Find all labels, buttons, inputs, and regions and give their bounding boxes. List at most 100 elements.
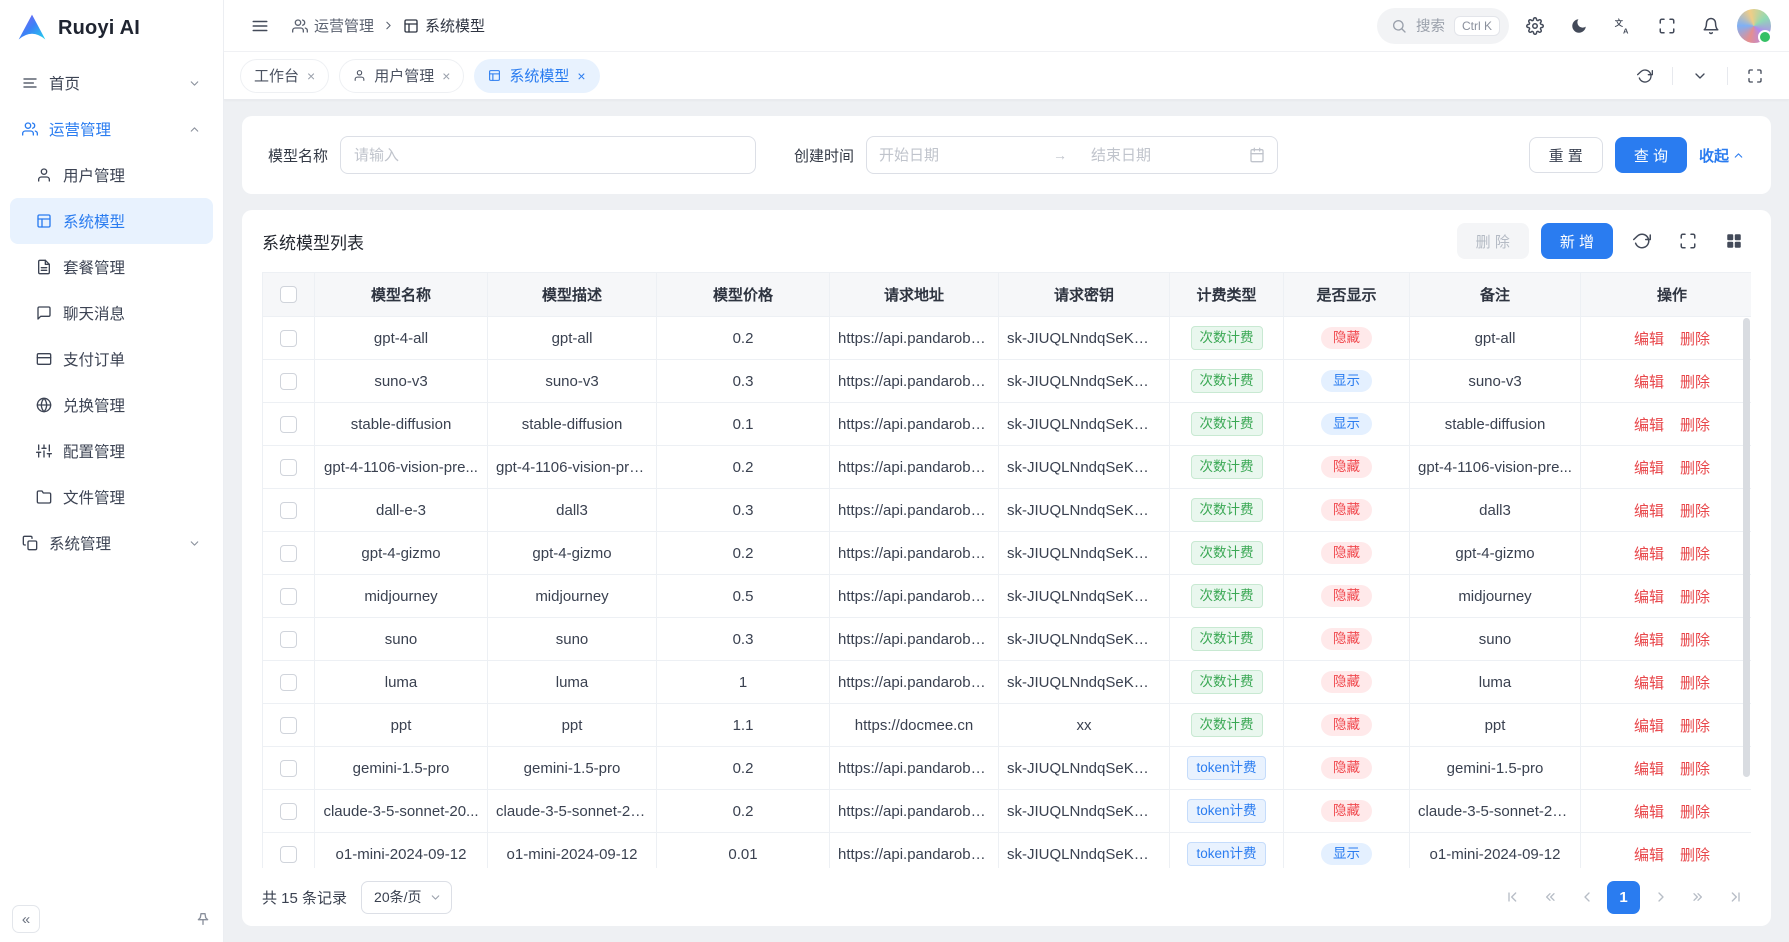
- visibility-tag: 隐藏: [1321, 456, 1372, 479]
- row-delete-link[interactable]: 删除: [1680, 503, 1710, 520]
- row-checkbox[interactable]: [280, 502, 297, 519]
- tab-system-model[interactable]: 系统模型 ×: [474, 59, 599, 93]
- menu-toggle-button[interactable]: [242, 8, 278, 44]
- cell-request-key: sk-JIUQLNndqSeKWU...: [999, 532, 1170, 575]
- notifications-button[interactable]: [1693, 8, 1729, 44]
- model-name-input[interactable]: [341, 147, 755, 164]
- sidebar-item-operations[interactable]: 运营管理: [10, 106, 213, 152]
- avatar[interactable]: [1737, 9, 1771, 43]
- sidebar-item-system-management[interactable]: 系统管理: [10, 520, 213, 566]
- sidebar-item-payment-orders[interactable]: 支付订单: [10, 336, 213, 382]
- row-checkbox[interactable]: [280, 846, 297, 863]
- back-pages-button[interactable]: [1533, 881, 1566, 914]
- row-delete-link[interactable]: 删除: [1680, 417, 1710, 434]
- refresh-tab-button[interactable]: [1627, 58, 1663, 94]
- row-checkbox[interactable]: [280, 330, 297, 347]
- collapse-filter-link[interactable]: 收起: [1699, 145, 1745, 166]
- edit-link[interactable]: 编辑: [1634, 632, 1664, 649]
- edit-link[interactable]: 编辑: [1634, 718, 1664, 735]
- last-page-button[interactable]: [1718, 881, 1751, 914]
- end-date-input[interactable]: [1091, 147, 1241, 164]
- row-delete-link[interactable]: 删除: [1680, 589, 1710, 606]
- settings-button[interactable]: [1517, 8, 1553, 44]
- row-delete-link[interactable]: 删除: [1680, 331, 1710, 348]
- row-checkbox[interactable]: [280, 545, 297, 562]
- search-button[interactable]: 查 询: [1615, 137, 1687, 173]
- edit-link[interactable]: 编辑: [1634, 761, 1664, 778]
- select-all-checkbox[interactable]: [280, 286, 297, 303]
- row-delete-link[interactable]: 删除: [1680, 804, 1710, 821]
- close-icon[interactable]: ×: [307, 69, 315, 83]
- row-delete-link[interactable]: 删除: [1680, 847, 1710, 864]
- table-refresh-button[interactable]: [1625, 224, 1659, 258]
- sidebar-collapse-button[interactable]: «: [12, 905, 40, 933]
- sidebar-item-user-management[interactable]: 用户管理: [10, 152, 213, 198]
- edit-link[interactable]: 编辑: [1634, 503, 1664, 520]
- sidebar-item-exchange-management[interactable]: 兑换管理: [10, 382, 213, 428]
- row-checkbox[interactable]: [280, 717, 297, 734]
- page-size-select[interactable]: 20条/页: [361, 881, 451, 914]
- edit-link[interactable]: 编辑: [1634, 589, 1664, 606]
- edit-link[interactable]: 编辑: [1634, 460, 1664, 477]
- row-delete-link[interactable]: 删除: [1680, 374, 1710, 391]
- edit-link[interactable]: 编辑: [1634, 374, 1664, 391]
- sidebar-item-config-management[interactable]: 配置管理: [10, 428, 213, 474]
- row-checkbox[interactable]: [280, 416, 297, 433]
- pin-icon[interactable]: [195, 911, 211, 927]
- edit-link[interactable]: 编辑: [1634, 331, 1664, 348]
- row-delete-link[interactable]: 删除: [1680, 632, 1710, 649]
- sidebar-item-chat-messages[interactable]: 聊天消息: [10, 290, 213, 336]
- next-page-button[interactable]: [1644, 881, 1677, 914]
- sidebar-item-home[interactable]: 首页: [10, 60, 213, 106]
- edit-link[interactable]: 编辑: [1634, 417, 1664, 434]
- table-scrollbar: [1743, 318, 1750, 864]
- row-delete-link[interactable]: 删除: [1680, 675, 1710, 692]
- row-checkbox[interactable]: [280, 803, 297, 820]
- row-checkbox[interactable]: [280, 631, 297, 648]
- row-checkbox[interactable]: [280, 674, 297, 691]
- close-icon[interactable]: ×: [577, 69, 585, 83]
- global-search[interactable]: 搜索 Ctrl K: [1377, 8, 1509, 44]
- edit-link[interactable]: 编辑: [1634, 804, 1664, 821]
- row-checkbox-cell: [263, 618, 315, 661]
- breadcrumb-current[interactable]: 系统模型: [403, 15, 485, 36]
- row-delete-link[interactable]: 删除: [1680, 546, 1710, 563]
- close-icon[interactable]: ×: [442, 69, 450, 83]
- row-checkbox[interactable]: [280, 373, 297, 390]
- page-number-button[interactable]: 1: [1607, 881, 1640, 914]
- language-button[interactable]: 文A: [1605, 8, 1641, 44]
- fullscreen-button[interactable]: [1649, 8, 1685, 44]
- reset-button[interactable]: 重 置: [1529, 137, 1603, 173]
- edit-link[interactable]: 编辑: [1634, 847, 1664, 864]
- row-checkbox[interactable]: [280, 588, 297, 605]
- table-fullscreen-button[interactable]: [1671, 224, 1705, 258]
- tab-options-button[interactable]: [1682, 58, 1718, 94]
- calendar-icon[interactable]: [1249, 147, 1265, 163]
- first-page-button[interactable]: [1496, 881, 1529, 914]
- row-delete-link[interactable]: 删除: [1680, 761, 1710, 778]
- tab-workbench[interactable]: 工作台 ×: [240, 59, 329, 93]
- logo[interactable]: Ruoyi AI: [0, 0, 223, 56]
- prev-page-button[interactable]: [1570, 881, 1603, 914]
- breadcrumb-parent[interactable]: 运营管理: [292, 15, 374, 36]
- sidebar-item-system-model[interactable]: 系统模型: [10, 198, 213, 244]
- sidebar-item-label: 配置管理: [63, 440, 125, 462]
- start-date-input[interactable]: [879, 147, 1029, 164]
- content-fullscreen-button[interactable]: [1737, 58, 1773, 94]
- column-settings-button[interactable]: [1717, 224, 1751, 258]
- tab-user-management[interactable]: 用户管理 ×: [339, 59, 464, 93]
- sidebar-item-package-management[interactable]: 套餐管理: [10, 244, 213, 290]
- row-delete-link[interactable]: 删除: [1680, 460, 1710, 477]
- delete-button[interactable]: 删 除: [1457, 223, 1529, 259]
- scrollbar-thumb[interactable]: [1743, 318, 1750, 777]
- row-checkbox[interactable]: [280, 459, 297, 476]
- dark-mode-button[interactable]: [1561, 8, 1597, 44]
- row-checkbox[interactable]: [280, 760, 297, 777]
- chevron-left-icon: [1579, 889, 1595, 905]
- sidebar-item-file-management[interactable]: 文件管理: [10, 474, 213, 520]
- add-button[interactable]: 新 增: [1541, 223, 1613, 259]
- row-delete-link[interactable]: 删除: [1680, 718, 1710, 735]
- forward-pages-button[interactable]: [1681, 881, 1714, 914]
- edit-link[interactable]: 编辑: [1634, 546, 1664, 563]
- edit-link[interactable]: 编辑: [1634, 675, 1664, 692]
